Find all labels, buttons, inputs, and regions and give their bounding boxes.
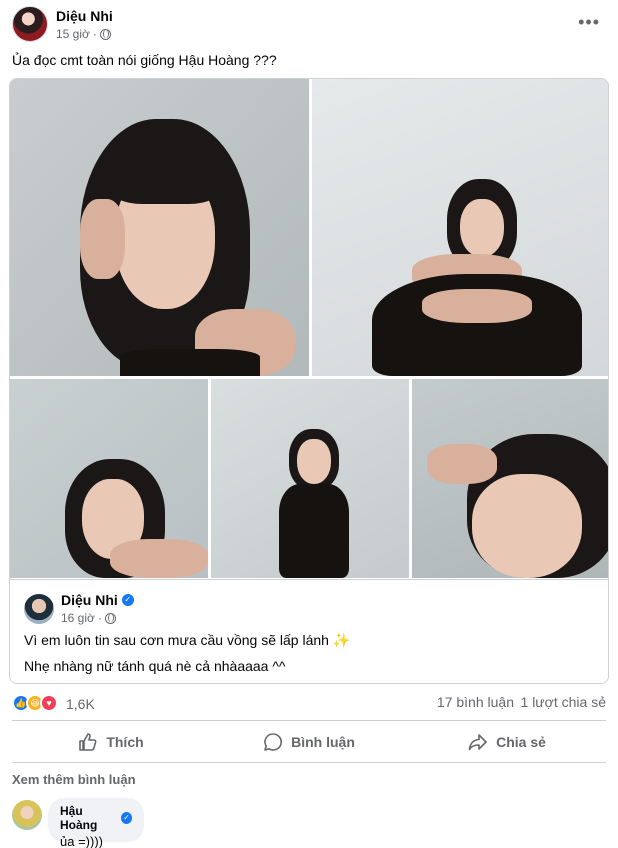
shared-post-details[interactable]: Diệu Nhi ✓ 16 giờ · Vì em luôn tin sau c…	[10, 579, 608, 683]
shared-author-avatar[interactable]	[24, 594, 54, 624]
post-stats: 👍 😆 ♥ 1,6K 17 bình luận 1 lượt chia sẻ	[12, 692, 606, 714]
divider	[12, 720, 606, 721]
comment-count[interactable]: 17 bình luận	[437, 694, 514, 710]
like-label: Thích	[106, 734, 144, 750]
photo-1[interactable]	[10, 79, 309, 376]
comment-bubble: Hậu Hoàng ✓ ủa =))))	[48, 798, 144, 848]
shared-time[interactable]: 16 giờ	[61, 611, 95, 625]
shared-author-name[interactable]: Diệu Nhi	[61, 592, 118, 608]
reaction-icons[interactable]: 👍 😆 ♥	[12, 694, 58, 712]
post-time[interactable]: 15 giờ	[56, 27, 90, 41]
verified-badge-icon: ✓	[121, 812, 132, 824]
share-button[interactable]: Chia sẻ	[408, 724, 606, 760]
globe-icon	[104, 612, 116, 624]
love-icon: ♥	[40, 694, 58, 712]
verified-badge-icon: ✓	[121, 594, 134, 606]
photo-3[interactable]	[10, 379, 208, 578]
photo-5[interactable]	[412, 379, 608, 578]
shared-meta: 16 giờ ·	[61, 611, 116, 625]
share-label: Chia sẻ	[496, 734, 546, 750]
comment-button[interactable]: Bình luận	[210, 724, 408, 760]
photo-2[interactable]	[312, 79, 608, 376]
shared-text-line-1: Vì em luôn tin sau cơn mưa cầu vồng sẽ l…	[24, 632, 351, 648]
shared-author: Diệu Nhi ✓	[61, 592, 134, 608]
view-more-comments-link[interactable]: Xem thêm bình luận	[12, 772, 136, 787]
photo-4[interactable]	[211, 379, 409, 578]
commenter-name[interactable]: Hậu Hoàng	[60, 804, 117, 832]
post-caption: Ủa đọc cmt toàn nói giống Hậu Hoàng ???	[12, 52, 277, 68]
commenter-avatar[interactable]	[12, 800, 42, 830]
post-header: Diệu Nhi 15 giờ · •••	[12, 4, 606, 44]
commenter: Hậu Hoàng ✓	[60, 804, 132, 832]
author-avatar[interactable]	[12, 6, 48, 42]
comment-item: Hậu Hoàng ✓ ủa =))))	[12, 798, 606, 848]
comment-icon	[264, 733, 283, 751]
like-button[interactable]: Thích	[12, 724, 210, 760]
globe-icon	[99, 28, 111, 40]
share-count[interactable]: 1 lượt chia sẻ	[521, 694, 606, 710]
comment-text: ủa =))))	[60, 834, 103, 848]
post-meta: 15 giờ ·	[56, 27, 111, 41]
thumbs-up-icon	[79, 733, 97, 751]
comment-label: Bình luận	[291, 734, 355, 750]
shared-post-card[interactable]: Diệu Nhi ✓ 16 giờ · Vì em luôn tin sau c…	[9, 78, 609, 684]
divider	[12, 762, 606, 763]
author-name[interactable]: Diệu Nhi	[56, 8, 113, 24]
shared-text-line-2: Nhẹ nhàng nữ tánh quá nè cả nhàaaaa ^^	[24, 658, 286, 674]
action-bar: Thích Bình luận Chia sẻ	[12, 724, 606, 760]
reaction-count[interactable]: 1,6K	[66, 696, 95, 712]
share-arrow-icon	[468, 734, 487, 751]
more-options-button[interactable]: •••	[578, 12, 600, 33]
